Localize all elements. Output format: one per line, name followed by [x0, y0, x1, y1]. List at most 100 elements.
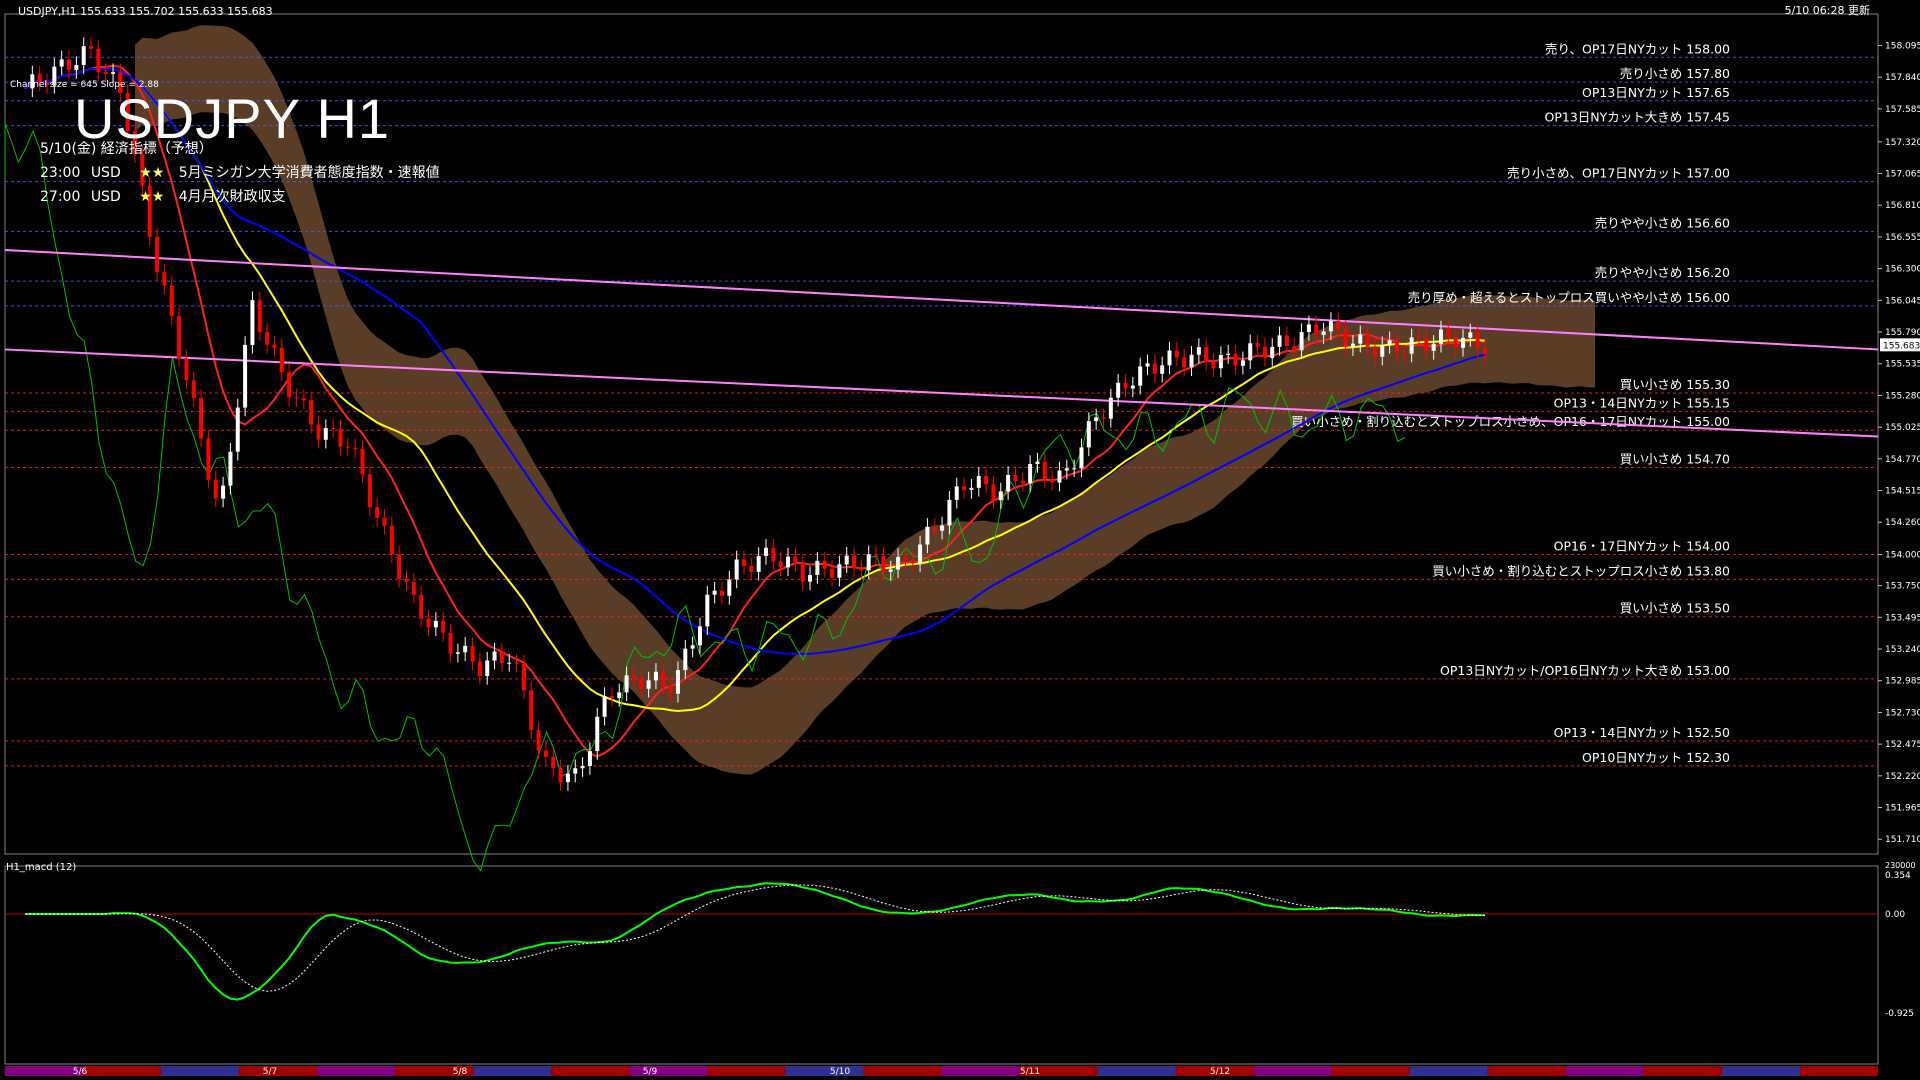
session-bar-segment	[317, 1066, 396, 1076]
candle-body	[1468, 332, 1473, 338]
x-axis-label: 5/8	[453, 1067, 468, 1077]
x-axis-label: 5/9	[643, 1067, 658, 1077]
session-bar-segment	[1799, 1066, 1878, 1076]
y-tick-label: 157.065	[1885, 170, 1920, 180]
candle-body	[323, 428, 328, 440]
candle-body	[353, 447, 358, 450]
candle-body	[712, 590, 717, 595]
candle-body	[514, 662, 519, 664]
candle-body	[279, 347, 284, 373]
candle-body	[617, 692, 622, 699]
event-row: 23:00 USD ★★ 5月ミシガン大学消費者態度指数・速報値	[40, 162, 440, 182]
candle-body	[866, 554, 871, 571]
candle-body	[448, 632, 453, 654]
candle-body	[228, 451, 233, 486]
candle-body	[411, 582, 416, 595]
candle-body	[837, 564, 842, 578]
candle-body	[793, 556, 798, 564]
session-bar-segment	[551, 1066, 630, 1076]
event-desc: 5月ミシガン大学消費者態度指数・速報値	[178, 165, 440, 181]
candle-body	[1028, 463, 1033, 484]
candle-body	[896, 557, 901, 570]
candle-body	[1006, 474, 1011, 492]
macd-signal-line	[25, 884, 1486, 992]
candle-body	[1226, 353, 1231, 356]
candle-body	[1255, 343, 1260, 347]
y-tick-label: 151.710	[1885, 835, 1920, 845]
candle-body	[1321, 331, 1326, 336]
y-tick-label: 158.095	[1885, 41, 1920, 51]
candle-body	[1292, 346, 1297, 351]
level-label: 売り、OP17日NYカット 158.00	[1545, 41, 1730, 56]
session-bar-segment	[1409, 1066, 1488, 1076]
candle-body	[1438, 329, 1443, 344]
candle-body	[675, 670, 680, 694]
candle-body	[1248, 343, 1253, 361]
candle-body	[940, 525, 945, 531]
y-tick-label: 153.240	[1885, 645, 1920, 655]
macd-tick-label: 0.354	[1885, 871, 1911, 881]
level-label: 買い小さめ・割り込むとストップロス小さめ 153.80	[1432, 563, 1730, 578]
candle-body	[1262, 346, 1267, 358]
candle-body	[595, 716, 600, 752]
event-desc: 4月月次財政収支	[178, 189, 286, 205]
candle-body	[1130, 385, 1135, 389]
candle-body	[800, 563, 805, 582]
x-axis-label: 5/11	[1020, 1067, 1040, 1077]
candle-body	[771, 547, 776, 562]
candle-body	[1483, 348, 1487, 355]
y-tick-label: 157.840	[1885, 73, 1920, 83]
candle-body	[1182, 357, 1187, 368]
candle-body	[1086, 421, 1091, 448]
candle-body	[1152, 363, 1157, 374]
candle-body	[345, 446, 350, 448]
candle-body	[492, 651, 497, 661]
macd-panel-frame	[4, 865, 1879, 1065]
candle-body	[470, 645, 475, 662]
candle-body	[419, 594, 424, 619]
candle-body	[536, 730, 541, 751]
candle-body	[808, 575, 813, 582]
candle-body	[1270, 346, 1275, 358]
candle-body	[367, 474, 372, 508]
candle-body	[646, 680, 651, 689]
candle-body	[1240, 360, 1245, 366]
y-tick-label: 154.515	[1885, 487, 1920, 497]
candle-body	[1013, 474, 1018, 481]
candle-body	[426, 618, 431, 628]
candle-body	[764, 547, 769, 556]
candle-body	[1328, 320, 1333, 332]
session-bar-segment	[629, 1066, 708, 1076]
candle-body	[778, 561, 783, 568]
candle-body	[1020, 480, 1025, 484]
candle-body	[1350, 343, 1355, 348]
candle-body	[221, 485, 226, 499]
y-tick-label: 155.535	[1885, 360, 1920, 370]
macd-scale-label: 230000	[1885, 861, 1916, 870]
candle-body	[565, 773, 570, 783]
level-label: 買い小さめ 153.50	[1620, 601, 1730, 616]
y-tick-label: 154.770	[1885, 455, 1920, 465]
candle-body	[859, 567, 864, 571]
y-tick-label: 156.555	[1885, 233, 1920, 243]
event-header: 5/10(金) 経済指標（予想）	[40, 141, 213, 157]
candle-body	[1446, 329, 1451, 338]
candle-body	[389, 525, 394, 555]
event-stars: ★★	[139, 189, 165, 205]
event-time: 27:00	[40, 189, 81, 205]
y-tick-label: 152.220	[1885, 772, 1920, 782]
level-label: OP13日NYカット 157.65	[1582, 85, 1730, 100]
candle-body	[822, 560, 827, 569]
candle-body	[1277, 335, 1282, 347]
candle-body	[976, 476, 981, 488]
candle-body	[1050, 479, 1055, 483]
candle-body	[1299, 332, 1304, 351]
level-label: OP13・14日NYカット 155.15	[1554, 396, 1730, 411]
candle-body	[404, 578, 409, 583]
candle-body	[984, 476, 989, 485]
candle-body	[881, 555, 886, 572]
event-row: 27:00 USD ★★ 4月月次財政収支	[40, 186, 286, 206]
candle-body	[485, 660, 490, 677]
candle-body	[844, 555, 849, 565]
candle-body	[1365, 334, 1370, 347]
